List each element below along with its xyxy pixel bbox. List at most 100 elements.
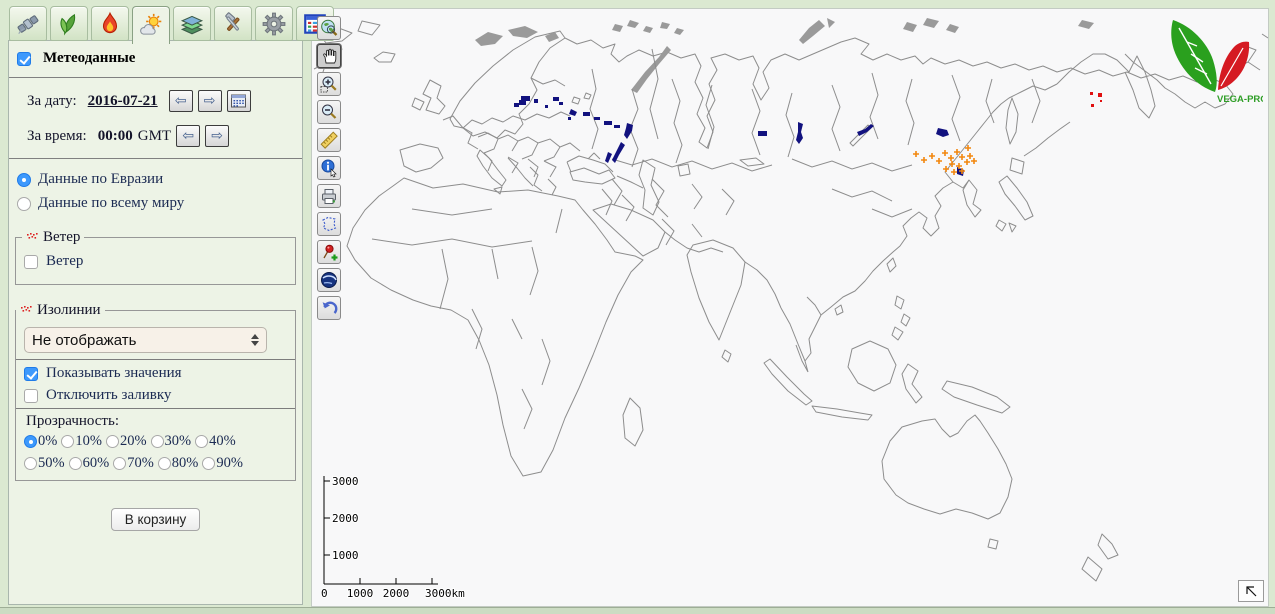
radio-eurasia[interactable] [17, 173, 31, 187]
meteo-data-markers-red [1090, 92, 1102, 107]
arctic-islands [475, 18, 1094, 93]
opacity-radio-70[interactable] [113, 457, 126, 470]
map-viewport[interactable]: VEGA-PRO 3000 2000 1000 0 1000 2000 3000… [311, 8, 1269, 607]
time-zone: GMT [138, 128, 171, 145]
divider [16, 359, 295, 360]
zoom-world-icon [319, 18, 339, 38]
opacity-option-label: 10% [75, 433, 102, 450]
isolines-select[interactable]: Не отображать [24, 327, 267, 353]
show-values-label: Показывать значения [46, 365, 182, 382]
layers-icon [179, 11, 205, 37]
module-tabbar [9, 6, 334, 44]
opacity-radio-60[interactable] [69, 457, 82, 470]
satellite-icon [15, 11, 41, 37]
country-borders [372, 49, 1040, 429]
show-values-checkbox[interactable] [24, 367, 38, 381]
add-placemark-icon [319, 242, 339, 262]
tab-settings[interactable] [255, 6, 293, 41]
vega-pro-logo: VEGA-PRO [1163, 14, 1263, 111]
arrow-up-left-icon [1244, 584, 1258, 598]
opacity-option-label: 80% [172, 455, 199, 472]
date-prev-button[interactable]: ⇦ [169, 90, 193, 112]
opacity-radio-30[interactable] [151, 435, 164, 448]
fire-icon [97, 11, 123, 37]
tab-tools[interactable] [214, 6, 252, 41]
opacity-radio-90[interactable] [202, 457, 215, 470]
scalebar-x-label: 0 [321, 587, 328, 600]
settings-icon [261, 11, 287, 37]
scalebar-x-label: 3000km [425, 587, 465, 600]
disable-fill-checkbox[interactable] [24, 389, 38, 403]
opacity-option-label: 70% [127, 455, 154, 472]
wind-layer-icon [26, 233, 38, 243]
date-next-button[interactable]: ⇨ [198, 90, 222, 112]
opacity-option-label: 60% [83, 455, 110, 472]
opacity-radio-10[interactable] [61, 435, 74, 448]
meteo-sidebar: Метеоданные За дату: 2016-07-21 ⇦ ⇨ [8, 40, 303, 605]
opacity-radio-row-1: 0% 10% 20% 30% 40% [24, 433, 289, 450]
zoom-in-rect-button[interactable] [317, 72, 341, 96]
date-row: За дату: 2016-07-21 ⇦ ⇨ [27, 90, 302, 112]
radio-eurasia-label: Данные по Евразии [38, 171, 163, 188]
meteo-data-markers-navy [514, 96, 964, 176]
isolines-select-value: Не отображать [32, 332, 251, 349]
opacity-radio-40[interactable] [195, 435, 208, 448]
date-value-link[interactable]: 2016-07-21 [88, 93, 158, 110]
collapse-panel-button[interactable] [1238, 580, 1264, 602]
meteo-title: Метеоданные [43, 50, 135, 67]
select-updown-icon [251, 334, 259, 346]
tab-satellite[interactable] [9, 6, 47, 41]
opacity-option-label: 90% [216, 455, 243, 472]
time-next-button[interactable]: ⇨ [205, 125, 229, 147]
disable-fill-label: Отключить заливку [46, 387, 171, 404]
measure-ruler-button[interactable] [317, 128, 341, 152]
tab-layers[interactable] [173, 6, 211, 41]
time-row: За время: 00:00 GMT ⇦ ⇨ [27, 125, 302, 147]
pan-hand-button[interactable] [317, 44, 341, 68]
tab-weather[interactable] [132, 6, 170, 44]
undo-button[interactable] [317, 296, 341, 320]
measure-ruler-icon [319, 130, 339, 150]
time-prev-button[interactable]: ⇦ [176, 125, 200, 147]
identify-info-button[interactable] [317, 156, 341, 180]
date-label: За дату: [27, 93, 77, 110]
opacity-radio-80[interactable] [158, 457, 171, 470]
opacity-radio-20[interactable] [106, 435, 119, 448]
select-polygon-icon [319, 214, 339, 234]
tab-vegetation[interactable] [50, 6, 88, 41]
opacity-radio-50[interactable] [24, 457, 37, 470]
tools-icon [220, 11, 246, 37]
vegetation-icon [56, 11, 82, 37]
logo-text: VEGA-PRO [1217, 94, 1263, 105]
zoom-world-button[interactable] [317, 16, 341, 40]
add-placemark-button[interactable] [317, 240, 341, 264]
bottom-status-strip [0, 607, 1275, 614]
tab-fire[interactable] [91, 6, 129, 41]
opacity-radio-0[interactable] [24, 435, 37, 448]
wind-checkbox[interactable] [24, 255, 38, 269]
opacity-option-label: 0% [38, 433, 57, 450]
map-toolbar [317, 16, 341, 320]
scalebar-y-label: 3000 [332, 475, 359, 488]
select-polygon-button[interactable] [317, 212, 341, 236]
isolines-layer-icon [20, 306, 32, 316]
vega-pro-app: Метеоданные За дату: 2016-07-21 ⇦ ⇨ [0, 0, 1275, 614]
radio-world[interactable] [17, 197, 31, 211]
region-radio-group: Данные по Евразии Данные по всему миру [17, 171, 302, 212]
meteo-layer-checkbox[interactable] [17, 52, 31, 66]
scalebar-y-label: 1000 [332, 549, 359, 562]
opacity-option-label: 40% [209, 433, 236, 450]
scalebar-y-label: 2000 [332, 512, 359, 525]
vega-pro-logo-icon: VEGA-PRO [1163, 14, 1263, 106]
divider [16, 408, 295, 409]
google-earth-button[interactable] [317, 268, 341, 292]
google-earth-icon [319, 270, 339, 290]
add-to-cart-button[interactable]: В корзину [111, 508, 201, 531]
zoom-out-button[interactable] [317, 100, 341, 124]
print-button[interactable] [317, 184, 341, 208]
wind-checkbox-label: Ветер [46, 253, 83, 270]
opacity-option-label: 30% [165, 433, 192, 450]
map-scalebar: 3000 2000 1000 0 1000 2000 3000km [316, 474, 486, 602]
identify-info-icon [319, 158, 339, 178]
calendar-button[interactable] [227, 90, 251, 112]
